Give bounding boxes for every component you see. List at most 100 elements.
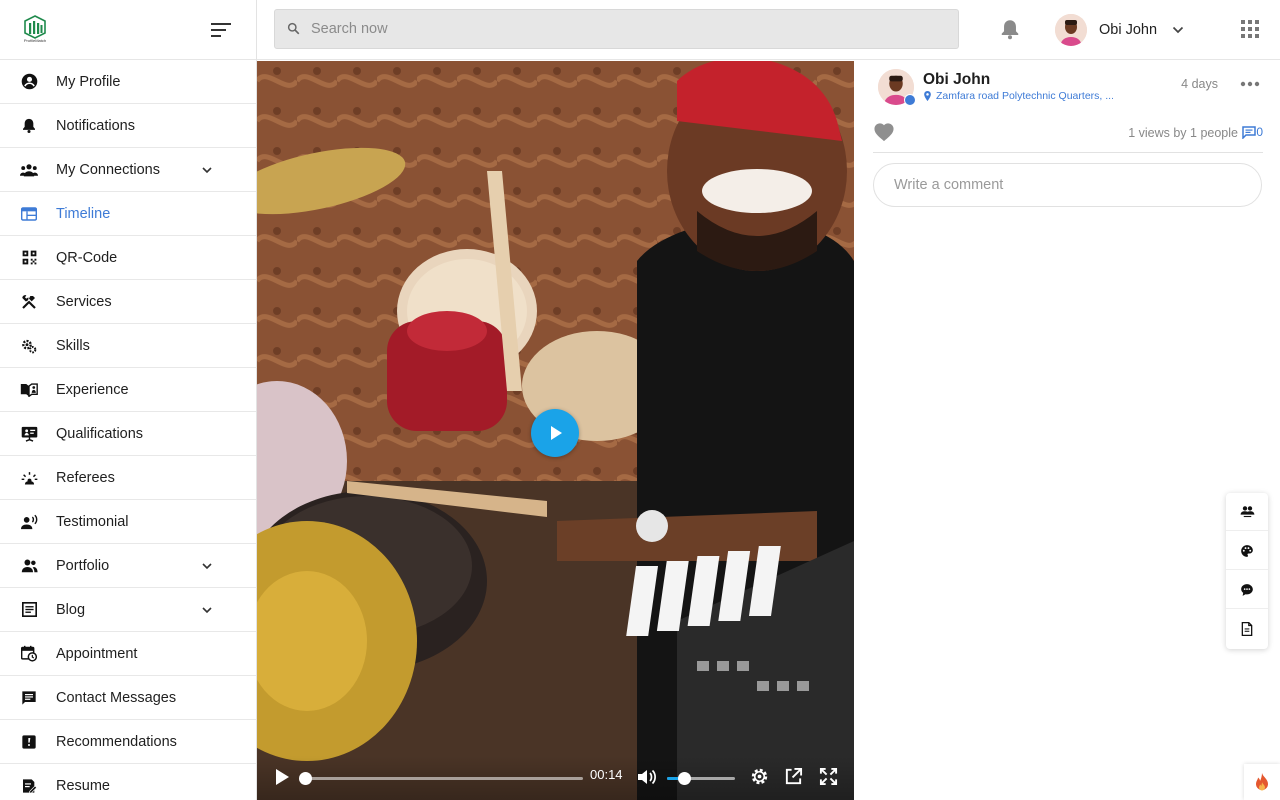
sun-person-icon (20, 469, 38, 487)
apps-grid-icon[interactable] (1241, 20, 1259, 38)
top-bar: Obi John (257, 0, 1280, 60)
chevron-down-icon (202, 607, 212, 614)
post-time: 4 days (1181, 77, 1218, 91)
sidebar-item-label: Contact Messages (56, 689, 177, 706)
sidebar-item-label: Qualifications (56, 425, 144, 442)
corner-badge[interactable] (1244, 764, 1280, 800)
table-icon (20, 205, 38, 223)
notification-bell-icon[interactable] (999, 18, 1021, 40)
menu-toggle-button[interactable] (210, 19, 232, 41)
document-icon (1241, 622, 1253, 636)
search-box[interactable] (274, 9, 959, 49)
chevron-down-icon (1172, 26, 1184, 33)
play-icon[interactable] (273, 767, 291, 787)
user-name: Obi John (1099, 21, 1158, 38)
sidebar-item-timeline[interactable]: Timeline (0, 192, 256, 236)
sidebar-item-testimonial[interactable]: Testimonial (0, 500, 256, 544)
message-icon (20, 689, 38, 707)
search-input[interactable] (311, 21, 911, 37)
sidebar-item-qr-code[interactable]: QR-Code (0, 236, 256, 280)
sidebar-item-portfolio[interactable]: Portfolio (0, 544, 256, 588)
volume-slider[interactable] (667, 772, 735, 785)
search-icon (287, 22, 301, 36)
sidebar-item-label: Resume (56, 777, 110, 794)
volume-icon[interactable] (637, 768, 657, 786)
people-icon (20, 557, 38, 575)
flame-icon (1256, 773, 1268, 791)
author-avatar[interactable] (878, 69, 916, 106)
recommend-icon (20, 733, 38, 751)
chat-icon (1241, 583, 1253, 596)
sidebar-item-label: Notifications (56, 117, 135, 134)
sidebar-item-skills[interactable]: Skills (0, 324, 256, 368)
comment-box[interactable] (873, 163, 1262, 207)
comment-count[interactable]: 0 (1242, 125, 1263, 139)
chevron-down-icon (202, 563, 212, 570)
theme-button[interactable] (1226, 532, 1268, 570)
sidebar-item-label: Testimonial (56, 513, 129, 530)
book-reader-icon (20, 381, 38, 399)
post-location[interactable]: Zamfara road Polytechnic Quarters, ... (923, 90, 1113, 102)
sidebar-item-label: Referees (56, 469, 115, 486)
location-pin-icon (924, 91, 931, 101)
sidebar-item-services[interactable]: Services (0, 280, 256, 324)
play-overlay-button[interactable] (531, 409, 579, 457)
brand-header: ProfileMatch (0, 0, 256, 60)
video-player[interactable]: 00:14 (257, 61, 854, 800)
floating-toolbar (1226, 493, 1268, 649)
document-button[interactable] (1226, 610, 1268, 648)
avatar (1055, 13, 1087, 46)
comment-icon (1242, 125, 1257, 139)
settings-gear-icon[interactable] (750, 767, 769, 786)
fullscreen-icon[interactable] (819, 767, 838, 786)
sidebar-item-label: QR-Code (56, 249, 118, 266)
sidebar-item-recommendations[interactable]: Recommendations (0, 720, 256, 764)
logo-mark-icon (24, 14, 46, 39)
post-location-text: Zamfara road Polytechnic Quarters, ... (936, 90, 1113, 102)
sidebar-item-label: Services (56, 293, 112, 310)
post-author-name[interactable]: Obi John (923, 71, 990, 89)
chat-button[interactable] (1226, 571, 1268, 609)
user-menu[interactable]: Obi John (1055, 13, 1185, 46)
sidebar-item-contact-messages[interactable]: Contact Messages (0, 676, 256, 720)
sidebar-item-label: Timeline (56, 205, 111, 222)
seek-bar[interactable] (299, 772, 583, 785)
comment-input[interactable] (894, 177, 1234, 193)
app-logo[interactable]: ProfileMatch (22, 14, 48, 45)
bell-icon (20, 117, 38, 135)
resume-icon (20, 777, 38, 795)
sidebar-item-blog[interactable]: Blog (0, 588, 256, 632)
popout-icon[interactable] (784, 767, 803, 786)
account-circle-icon (20, 73, 38, 91)
article-icon (20, 601, 38, 619)
play-icon (551, 426, 562, 440)
switch-profile-button[interactable] (1226, 493, 1268, 531)
sidebar-item-label: Blog (56, 601, 86, 618)
sidebar-item-referees[interactable]: Referees (0, 456, 256, 500)
seek-thumb[interactable] (299, 772, 312, 785)
sidebar-item-label: Experience (56, 381, 129, 398)
post-header: Obi John Zamfara road Polytechnic Quarte… (878, 69, 1268, 109)
sort-lines-icon (211, 22, 231, 37)
sidebar-item-appointment[interactable]: Appointment (0, 632, 256, 676)
gears-icon (20, 337, 38, 355)
post-stats: 1 views by 1 people 0 (873, 121, 1263, 153)
presentation-icon (20, 425, 38, 443)
sidebar-item-resume[interactable]: Resume (0, 764, 256, 800)
volume-thumb[interactable] (678, 772, 691, 785)
heart-icon[interactable] (873, 122, 895, 142)
sidebar-item-label: Appointment (56, 645, 138, 662)
logo-text: ProfileMatch (23, 37, 47, 43)
sidebar-item-experience[interactable]: Experience (0, 368, 256, 412)
post-panel: Obi John Zamfara road Polytechnic Quarte… (855, 61, 1280, 800)
calendar-clock-icon (20, 645, 38, 663)
sidebar-item-my-profile[interactable]: My Profile (0, 60, 256, 104)
sidebar-item-label: Skills (56, 337, 90, 354)
sidebar-item-qualifications[interactable]: Qualifications (0, 412, 256, 456)
views-count: 1 views by 1 people (1128, 126, 1238, 140)
sidebar-item-label: Recommendations (56, 733, 177, 750)
sidebar: ProfileMatch My Profile Notifications My… (0, 0, 257, 800)
more-options-icon[interactable] (1240, 77, 1260, 91)
sidebar-item-notifications[interactable]: Notifications (0, 104, 256, 148)
sidebar-item-my-connections[interactable]: My Connections (0, 148, 256, 192)
